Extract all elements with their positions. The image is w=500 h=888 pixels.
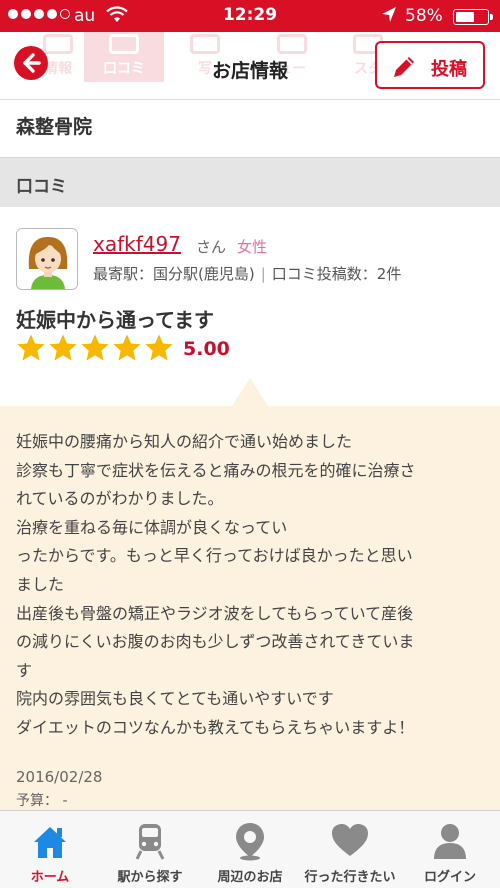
tab-station-search[interactable]: 駅から探す	[100, 811, 200, 888]
tab-station-search-label: 駅から探す	[117, 870, 183, 885]
pencil-icon	[394, 57, 414, 77]
review-body-line: の減りにくいお腹のお肉も少しずつ改善されてきていま	[16, 632, 415, 652]
review-title: 妊娠中から通ってます	[16, 308, 214, 332]
star-icon	[113, 334, 141, 361]
rating-value: 5.00	[183, 338, 230, 360]
battery-icon	[453, 9, 493, 25]
tab-nearby-label: 周辺のお店	[217, 870, 283, 885]
review-budget: 予算： -	[16, 793, 68, 809]
ghost-tab-photos: 写	[180, 32, 230, 82]
review-date: 2016/02/28	[16, 768, 103, 786]
back-arrow-icon	[23, 53, 41, 73]
location-arrow-icon	[381, 6, 397, 29]
star-icon	[17, 334, 45, 361]
tab-home-label: ホーム	[30, 870, 70, 885]
ghost-tab-menu: ュー	[262, 32, 322, 82]
heart-icon	[332, 824, 368, 856]
review-body-line: す	[16, 660, 33, 680]
tab-nearby[interactable]: 周辺のお店	[200, 811, 300, 888]
train-icon	[135, 824, 165, 860]
home-icon	[34, 827, 66, 858]
meta-divider: |	[260, 265, 266, 283]
tab-favorites[interactable]: 行った行きたい	[300, 811, 400, 888]
reviewer-avatar	[16, 228, 78, 290]
reviewer-honorific: さん	[196, 238, 227, 256]
star-icon	[49, 334, 77, 361]
review-body-text: 妊娠中の腰痛から知人の紹介で通い始めました診察も丁寧で症状を伝えると痛みの根元を…	[16, 428, 486, 743]
star-icon	[145, 334, 173, 361]
status-bar: au 12:29 58%	[0, 0, 500, 32]
bottom-tab-bar: ホーム 駅から探す 周辺のお店 行った行きたい ログイン	[0, 810, 500, 888]
ghost-tab-reviews: 口コミ	[84, 32, 164, 82]
reviewer-avatar-icon	[17, 229, 77, 289]
review-body-line: 出産後も骨盤の矯正やラジオ波をしてもらっていて産後	[16, 603, 414, 623]
location-pin-icon	[236, 823, 264, 861]
user-icon	[434, 824, 466, 859]
reviewer-post-count: 口コミ投稿数：2件	[271, 265, 402, 283]
reviewer-gender: 女性	[237, 238, 268, 256]
reviewer-meta: 最寄駅：国分駅(鹿児島) | 口コミ投稿数：2件	[93, 263, 401, 284]
review-body-box: 妊娠中の腰痛から知人の紹介で通い始めました診察も丁寧で症状を伝えると痛みの根元を…	[0, 378, 500, 810]
review-box-pointer	[232, 378, 268, 406]
review-body-line: 診察も丁寧で症状を伝えると痛みの根元を的確に治療さ	[16, 460, 416, 480]
shop-name: 森整骨院	[0, 101, 500, 157]
section-header-reviews: 口コミ	[0, 157, 500, 207]
review-body-line: ました	[16, 574, 65, 594]
review-body-line: 妊娠中の腰痛から知人の紹介で通い始めました	[16, 432, 353, 451]
review-body-line: 治療を重ねる毎に体調が良くなってい	[16, 517, 288, 537]
review-body-line: れているのがわかりました。	[16, 489, 224, 509]
reviewer-name-link[interactable]: xafkf497	[93, 232, 181, 256]
review-body-line: ダイエットのコツなんかも教えてもらえちゃいますよ！	[16, 717, 415, 737]
tab-login-label: ログイン	[423, 870, 476, 885]
tab-home[interactable]: ホーム	[0, 811, 100, 888]
review-body-line: ったからです。もっと早く行っておけば良かったと思い	[16, 546, 413, 566]
star-icon	[81, 334, 109, 361]
tab-login[interactable]: ログイン	[400, 811, 500, 888]
reviewer-station: 最寄駅：国分駅(鹿児島)	[93, 265, 255, 283]
tab-favorites-label: 行った行きたい	[304, 870, 396, 885]
post-review-button[interactable]: 投稿	[375, 41, 485, 89]
post-button-label: 投稿	[431, 59, 467, 80]
back-button[interactable]	[14, 46, 48, 80]
review-body-line: 院内の雰囲気も良くてとても通いやすいです	[16, 689, 334, 709]
star-rating	[16, 333, 174, 363]
app-header: 情報 口コミ 写 ュー スタ お店情報 投稿	[0, 32, 500, 100]
battery-percentage: 58%	[405, 6, 443, 26]
